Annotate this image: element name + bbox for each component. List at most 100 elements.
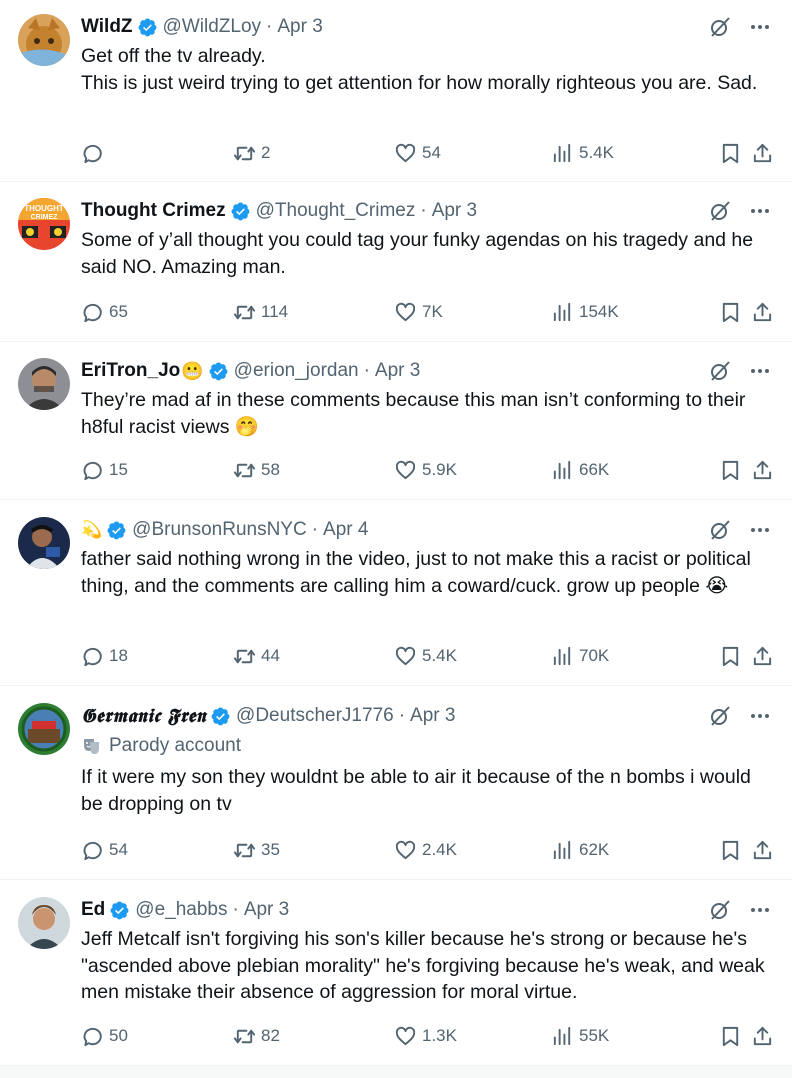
reply-button[interactable]: 54 bbox=[81, 839, 128, 862]
retweet-count: 35 bbox=[261, 840, 280, 859]
views-count: 62K bbox=[579, 840, 610, 859]
grok-icon[interactable] bbox=[708, 704, 732, 728]
views-button[interactable]: 55K bbox=[551, 1025, 609, 1048]
share-button[interactable] bbox=[751, 645, 774, 668]
reply-button[interactable]: 65 bbox=[81, 301, 128, 324]
grok-icon[interactable] bbox=[708, 359, 732, 383]
handle[interactable]: @erion_jordan bbox=[234, 360, 359, 382]
tweet[interactable]: THOUGHT CRIMEZ Thought Crimez @Thought_Cr… bbox=[0, 182, 792, 342]
handle[interactable]: @Thought_Crimez bbox=[256, 200, 416, 222]
timestamp[interactable]: Apr 4 bbox=[323, 519, 368, 541]
like-button[interactable]: 7K bbox=[394, 301, 443, 324]
separator: · bbox=[363, 360, 370, 381]
share-icon bbox=[753, 460, 772, 479]
display-name[interactable]: Thought Crimez bbox=[81, 200, 226, 222]
display-name[interactable]: WildZ bbox=[81, 16, 133, 38]
more-icon[interactable] bbox=[748, 359, 772, 383]
reply-button[interactable]: 50 bbox=[81, 1025, 128, 1048]
reply-button[interactable] bbox=[81, 142, 109, 165]
more-icon[interactable] bbox=[748, 15, 772, 39]
more-icon[interactable] bbox=[748, 199, 772, 223]
bookmark-button[interactable] bbox=[719, 1025, 742, 1048]
tweet[interactable]: 💫 @BrunsonRunsNYC · Apr 4 father said no… bbox=[0, 500, 792, 686]
like-button[interactable]: 1.3K bbox=[394, 1025, 457, 1048]
handle[interactable]: @e_habbs bbox=[135, 899, 227, 921]
handle[interactable]: @DeutscherJ1776 bbox=[236, 705, 394, 727]
bookmark-button[interactable] bbox=[719, 459, 742, 482]
reply-count: 65 bbox=[109, 302, 128, 321]
grok-icon[interactable] bbox=[708, 518, 732, 542]
avatar[interactable] bbox=[18, 358, 70, 410]
bookmark-button[interactable] bbox=[719, 142, 742, 165]
heart-icon bbox=[395, 460, 416, 479]
display-name[interactable]: EriTron_Jo bbox=[81, 360, 180, 382]
like-button[interactable]: 2.4K bbox=[394, 839, 457, 862]
tweet[interactable]: EriTron_Jo 😬 @erion_jordan · Apr 3 They’… bbox=[0, 342, 792, 500]
reply-button[interactable]: 15 bbox=[81, 459, 128, 482]
bookmark-button[interactable] bbox=[719, 301, 742, 324]
retweet-button[interactable]: 82 bbox=[233, 1025, 280, 1048]
heart-icon bbox=[395, 302, 416, 321]
like-count: 1.3K bbox=[422, 1026, 457, 1045]
views-button[interactable]: 66K bbox=[551, 459, 609, 482]
views-icon bbox=[553, 302, 571, 321]
grimace-emoji: 😬 bbox=[181, 360, 204, 381]
retweet-button[interactable]: 44 bbox=[233, 645, 280, 668]
timestamp[interactable]: Apr 3 bbox=[410, 705, 455, 727]
reply-icon bbox=[83, 1027, 102, 1046]
views-button[interactable]: 5.4K bbox=[551, 142, 614, 165]
tweet-text: Some of y’all thought you could tag your… bbox=[81, 229, 759, 278]
avatar[interactable] bbox=[18, 14, 70, 66]
reply-button[interactable]: 18 bbox=[81, 645, 128, 668]
display-name[interactable]: 💫 bbox=[81, 520, 102, 540]
share-button[interactable] bbox=[751, 1025, 774, 1048]
handle[interactable]: @WildZLoy bbox=[163, 16, 261, 38]
reply-icon bbox=[83, 303, 102, 322]
retweet-button[interactable]: 2 bbox=[233, 142, 270, 165]
timestamp[interactable]: Apr 3 bbox=[244, 899, 289, 921]
handle[interactable]: @BrunsonRunsNYC bbox=[132, 519, 307, 541]
tweet[interactable]: WildZ @WildZLoy · Apr 3 Get off the tv a… bbox=[0, 0, 792, 182]
retweet-button[interactable]: 58 bbox=[233, 459, 280, 482]
tweet-text: If it were my son they wouldnt be able t… bbox=[81, 766, 757, 815]
retweet-button[interactable]: 114 bbox=[233, 301, 288, 324]
like-button[interactable]: 54 bbox=[394, 142, 441, 165]
grok-icon[interactable] bbox=[708, 15, 732, 39]
more-icon[interactable] bbox=[748, 898, 772, 922]
bookmark-button[interactable] bbox=[719, 839, 742, 862]
views-button[interactable]: 70K bbox=[551, 645, 609, 668]
more-icon[interactable] bbox=[748, 704, 772, 728]
avatar[interactable] bbox=[18, 897, 70, 949]
more-icon[interactable] bbox=[748, 518, 772, 542]
display-name[interactable]: Ed bbox=[81, 899, 105, 921]
display-name[interactable]: 𝕲𝖊𝖗𝖒𝖆𝖓𝖎𝖈 𝕱𝖗𝖊𝖓 bbox=[81, 705, 206, 727]
avatar[interactable] bbox=[18, 517, 70, 569]
views-button[interactable]: 154K bbox=[551, 301, 619, 324]
grok-icon[interactable] bbox=[708, 898, 732, 922]
views-icon bbox=[553, 1026, 571, 1045]
bookmark-button[interactable] bbox=[719, 645, 742, 668]
grok-icon[interactable] bbox=[708, 199, 732, 223]
timestamp[interactable]: Apr 3 bbox=[432, 200, 477, 222]
share-button[interactable] bbox=[751, 839, 774, 862]
like-button[interactable]: 5.9K bbox=[394, 459, 457, 482]
views-button[interactable]: 62K bbox=[551, 839, 609, 862]
tweet[interactable]: 𝕲𝖊𝖗𝖒𝖆𝖓𝖎𝖈 𝕱𝖗𝖊𝖓 @DeutscherJ1776 · Apr 3 Pa… bbox=[0, 686, 792, 880]
avatar[interactable] bbox=[18, 703, 70, 755]
separator: · bbox=[398, 705, 406, 726]
views-icon bbox=[553, 143, 571, 162]
share-button[interactable] bbox=[751, 142, 774, 165]
timestamp[interactable]: Apr 3 bbox=[375, 360, 420, 382]
verified-badge-icon bbox=[106, 520, 127, 541]
timestamp[interactable]: Apr 3 bbox=[277, 16, 322, 38]
retweet-button[interactable]: 35 bbox=[233, 839, 280, 862]
bookmark-icon bbox=[722, 1026, 739, 1046]
share-button[interactable] bbox=[751, 301, 774, 324]
action-bar: 15 58 5.9K 66K bbox=[81, 457, 772, 483]
share-button[interactable] bbox=[751, 459, 774, 482]
avatar[interactable]: THOUGHT CRIMEZ bbox=[18, 198, 70, 250]
action-bar: 54 35 2.4K 62K bbox=[81, 837, 772, 863]
views-count: 154K bbox=[579, 302, 619, 321]
like-button[interactable]: 5.4K bbox=[394, 645, 457, 668]
tweet[interactable]: Ed @e_habbs · Apr 3 Jeff Metcalf isn't f… bbox=[0, 880, 792, 1066]
